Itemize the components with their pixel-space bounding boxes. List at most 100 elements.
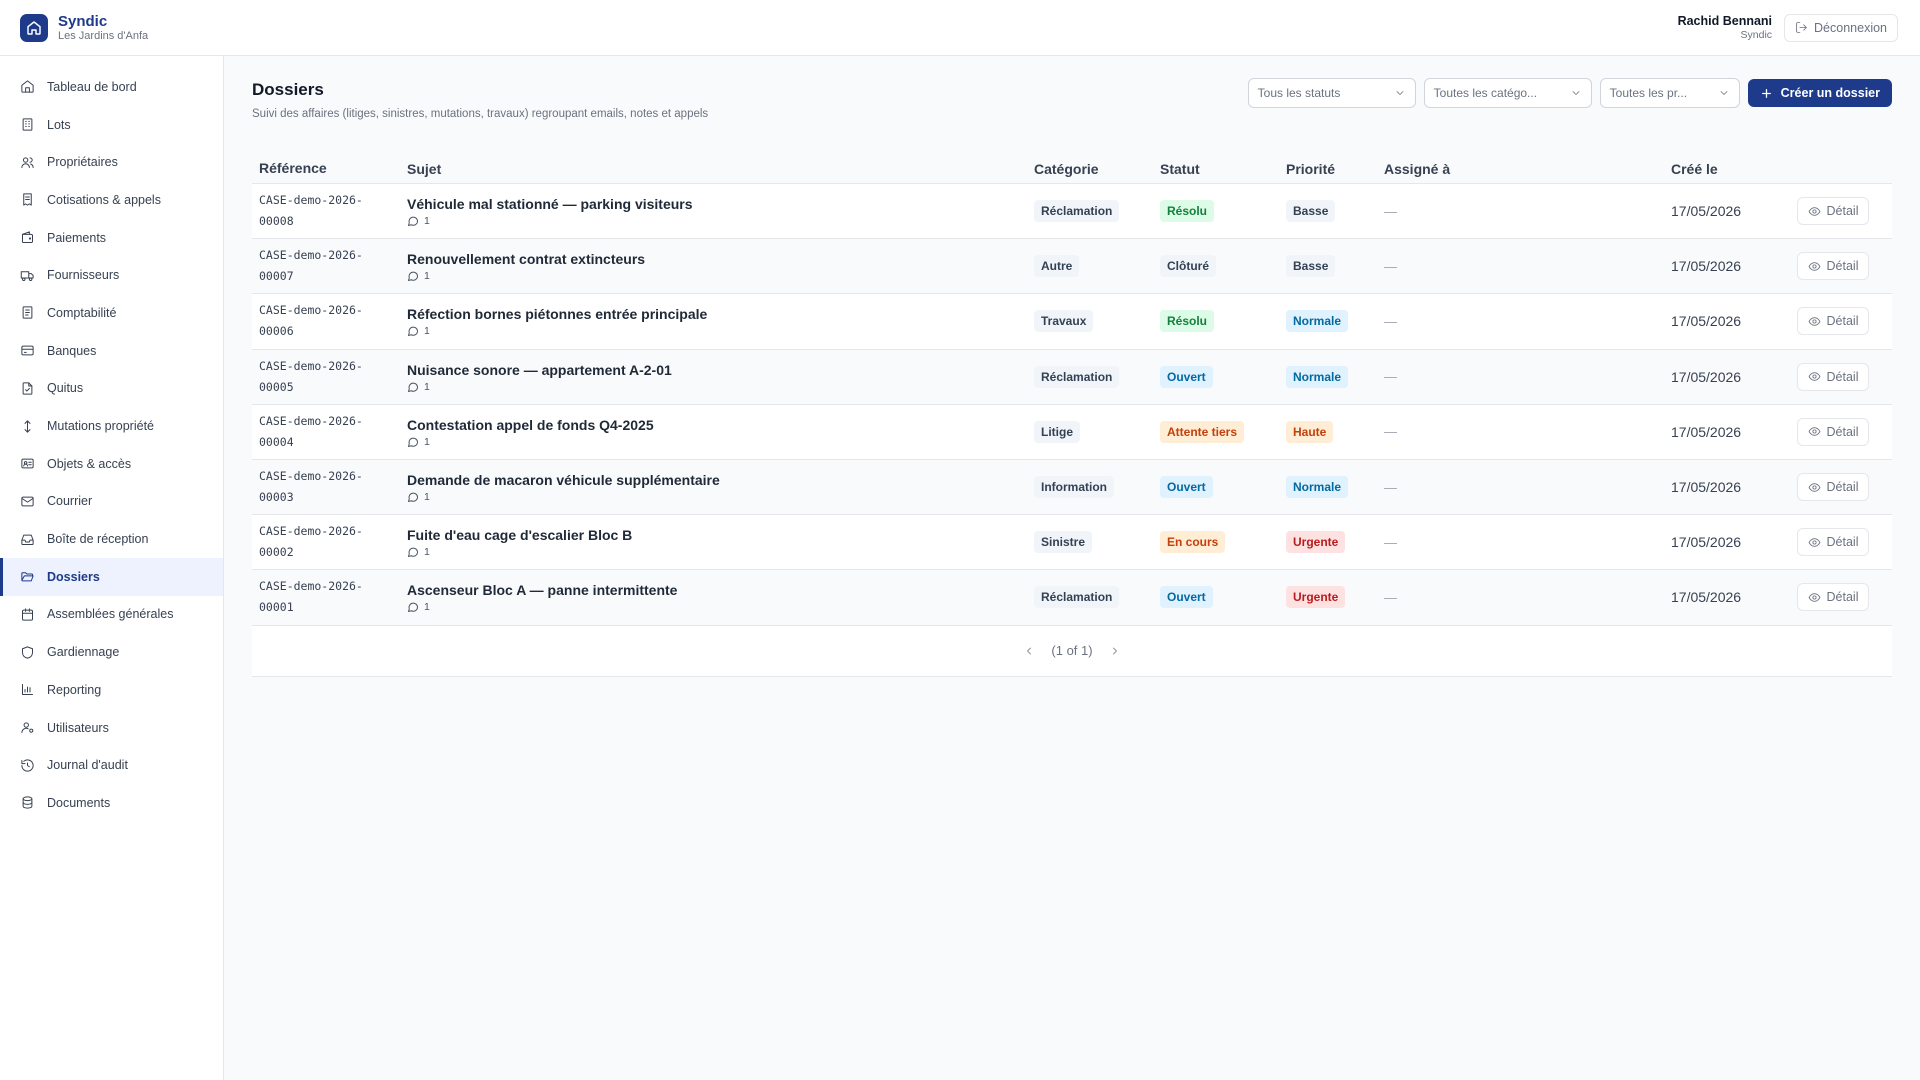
status-filter-value: Tous les statuts <box>1257 86 1341 100</box>
reference-number: 00003 <box>259 490 294 505</box>
subject-cell: Nuisance sonore — appartement A-2-01 1 <box>407 361 1034 393</box>
subject-link[interactable]: Demande de macaron véhicule supplémentai… <box>407 471 1034 489</box>
subject-link[interactable]: Ascenseur Bloc A — panne intermittente <box>407 581 1034 599</box>
comment-count: 1 <box>407 601 1034 613</box>
sidebar-item-mutations-propriete[interactable]: Mutations propriété <box>0 407 223 445</box>
credit-card-icon <box>21 345 34 356</box>
subject-cell: Réfection bornes piétonnes entrée princi… <box>407 305 1034 337</box>
eye-icon <box>1808 206 1820 216</box>
status-cell: Ouvert <box>1160 365 1286 388</box>
subject-link[interactable]: Véhicule mal stationné — parking visiteu… <box>407 195 1034 213</box>
detail-button[interactable]: Détail <box>1797 252 1869 281</box>
sidebar-item-objets-acces[interactable]: Objets & accès <box>0 445 223 483</box>
priority-filter-select[interactable]: Toutes les pr... <box>1599 78 1740 108</box>
detail-button[interactable]: Détail <box>1797 417 1869 446</box>
sidebar-item-lots[interactable]: Lots <box>0 106 223 144</box>
detail-label: Détail <box>1826 369 1859 384</box>
sidebar-item-cotisations-appels[interactable]: Cotisations & appels <box>0 181 223 219</box>
sidebar-item-paiements[interactable]: Paiements <box>0 219 223 257</box>
message-circle-icon <box>408 437 418 447</box>
comment-count: 1 <box>407 270 1034 282</box>
table-row[interactable]: CASE-demo-2026- 00003 Demande de macaron v… <box>252 459 1892 516</box>
chevron-left-icon[interactable] <box>1023 645 1035 657</box>
category-badge: Litige <box>1034 420 1080 443</box>
detail-button[interactable]: Détail <box>1797 362 1869 391</box>
sidebar-item-label: Boîte de réception <box>47 532 149 547</box>
sidebar-item-proprietaires[interactable]: Propriétaires <box>0 143 223 181</box>
detail-button[interactable]: Détail <box>1797 473 1869 502</box>
sidebar-item-reporting[interactable]: Reporting <box>0 671 223 709</box>
sidebar-item-gardiennage[interactable]: Gardiennage <box>0 633 223 671</box>
actions-cell: Détail <box>1797 307 1892 336</box>
sidebar-item-tableau-de-bord[interactable]: Tableau de bord <box>0 68 223 106</box>
col-cree-le[interactable]: Créé le <box>1671 161 1797 177</box>
comment-count-value: 1 <box>424 215 430 228</box>
category-cell: Information <box>1034 476 1160 499</box>
sidebar-item-journal-d-audit[interactable]: Journal d'audit <box>0 746 223 784</box>
sidebar-item-label: Banques <box>47 343 97 358</box>
col-categorie[interactable]: Catégorie <box>1034 161 1160 177</box>
chevron-right-icon[interactable] <box>1109 645 1121 657</box>
sidebar-item-courrier[interactable]: Courrier <box>0 483 223 521</box>
category-badge: Sinistre <box>1034 531 1093 554</box>
table-row[interactable]: CASE-demo-2026- 00007 Renouvellement contr… <box>252 239 1892 295</box>
col-sujet[interactable]: Sujet <box>407 161 1034 177</box>
table-row[interactable]: CASE-demo-2026- 00004 Contestation appel d… <box>252 404 1892 460</box>
sidebar-item-label: Dossiers <box>47 569 100 584</box>
brand[interactable]: Syndic Les Jardins d'Anfa <box>20 13 148 43</box>
eye-icon <box>1808 482 1820 492</box>
col-priorite[interactable]: Priorité <box>1286 161 1384 177</box>
category-badge: Autre <box>1034 255 1080 278</box>
detail-button[interactable]: Détail <box>1797 197 1869 226</box>
sidebar-item-quitus[interactable]: Quitus <box>0 370 223 408</box>
reference-number: 00006 <box>259 324 294 339</box>
subject-link[interactable]: Contestation appel de fonds Q4-2025 <box>407 416 1034 434</box>
table-row[interactable]: CASE-demo-2026- 00005 Nuisance sonore — ap… <box>252 349 1892 405</box>
logout-button[interactable]: Déconnexion <box>1784 13 1898 42</box>
subject-link[interactable]: Nuisance sonore — appartement A-2-01 <box>407 361 1034 379</box>
table-row[interactable]: CASE-demo-2026- 00008 Véhicule mal station… <box>252 184 1892 240</box>
sidebar-item-banques[interactable]: Banques <box>0 332 223 370</box>
sidebar-item-label: Comptabilité <box>47 305 117 320</box>
sidebar-item-documents[interactable]: Documents <box>0 784 223 822</box>
actions-cell: Détail <box>1797 528 1892 557</box>
reference-number: 00005 <box>259 379 294 394</box>
reference-prefix: CASE-demo-2026- <box>259 413 363 428</box>
sidebar-item-utilisateurs[interactable]: Utilisateurs <box>0 709 223 747</box>
comment-count-value: 1 <box>424 491 430 504</box>
reference-prefix: CASE-demo-2026- <box>259 524 363 539</box>
detail-label: Détail <box>1826 314 1859 329</box>
table-row[interactable]: CASE-demo-2026- 00006 Réfection bornes pié… <box>252 294 1892 350</box>
sidebar-item-assemblees-generales[interactable]: Assemblées générales <box>0 596 223 634</box>
subject-cell: Renouvellement contrat extincteurs 1 <box>407 250 1034 282</box>
priority-cell: Normale <box>1286 310 1384 333</box>
status-filter-select[interactable]: Tous les statuts <box>1247 78 1416 108</box>
table-row[interactable]: CASE-demo-2026- 00002 Fuite d'eau cage d'e… <box>252 515 1892 571</box>
col-reference[interactable]: Référence <box>252 158 407 179</box>
sidebar-item-label: Quitus <box>47 381 84 396</box>
sidebar-item-comptabilite[interactable]: Comptabilité <box>0 294 223 332</box>
sidebar-item-dossiers[interactable]: Dossiers <box>0 557 223 596</box>
subject-cell: Ascenseur Bloc A — panne intermittente 1 <box>407 581 1034 613</box>
col-statut[interactable]: Statut <box>1160 161 1286 177</box>
detail-button[interactable]: Détail <box>1797 528 1869 557</box>
detail-button[interactable]: Détail <box>1797 307 1869 336</box>
category-badge: Réclamation <box>1034 586 1120 609</box>
subject-link[interactable]: Renouvellement contrat extincteurs <box>407 250 1034 268</box>
detail-button[interactable]: Détail <box>1797 583 1869 612</box>
create-dossier-button[interactable]: Créer un dossier <box>1747 79 1892 107</box>
eye-icon <box>1808 317 1820 326</box>
category-filter-select[interactable]: Toutes les catégo... <box>1423 78 1592 108</box>
message-circle-icon <box>408 603 418 613</box>
subject-cell: Demande de macaron véhicule supplémentai… <box>407 471 1034 503</box>
table-row[interactable]: CASE-demo-2026- 00001 Ascenseur Bloc A — p… <box>252 570 1892 626</box>
priority-badge: Basse <box>1286 200 1336 223</box>
sidebar-item-fournisseurs[interactable]: Fournisseurs <box>0 256 223 294</box>
created-date: 17/05/2026 <box>1671 258 1742 275</box>
col-assigne[interactable]: Assigné à <box>1384 161 1671 177</box>
sidebar-item-boite-de-reception[interactable]: Boîte de réception <box>0 520 223 558</box>
user-name: Rachid Bennani <box>1677 14 1773 28</box>
reference-cell: CASE-demo-2026- 00006 <box>252 300 407 342</box>
subject-link[interactable]: Fuite d'eau cage d'escalier Bloc B <box>407 526 1034 544</box>
subject-link[interactable]: Réfection bornes piétonnes entrée princi… <box>407 305 1034 323</box>
